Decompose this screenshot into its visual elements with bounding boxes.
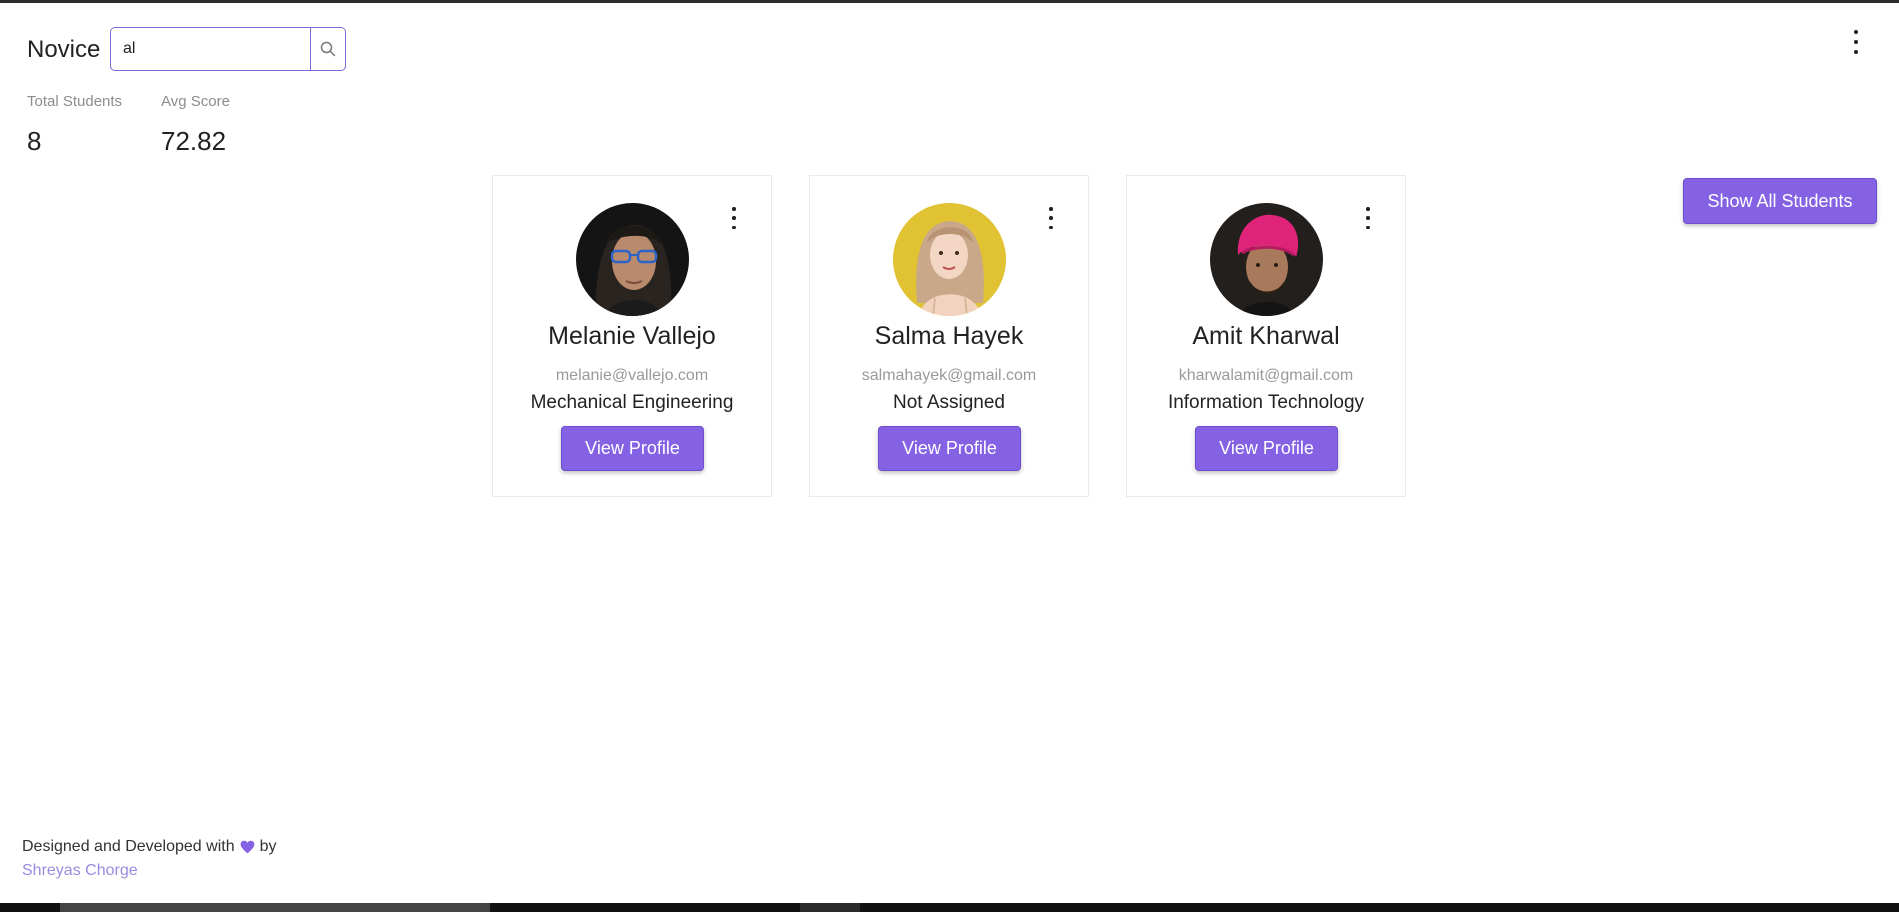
search-box (110, 27, 346, 71)
avg-score-value: 72.82 (161, 126, 227, 156)
total-students-value: 8 (27, 126, 42, 156)
student-email: melanie@vallejo.com (555, 367, 709, 384)
brand-title: Novice (27, 36, 101, 63)
avg-score-label: Avg Score (161, 93, 230, 110)
more-vertical-icon[interactable] (1846, 26, 1866, 58)
card-menu-icon[interactable] (1044, 204, 1058, 232)
student-department: Not Assigned (893, 392, 1005, 413)
avatar (576, 203, 689, 316)
search-icon (320, 41, 336, 57)
student-name: Melanie Vallejo (548, 322, 716, 350)
footer-text-after: by (259, 838, 277, 855)
view-profile-button[interactable]: View Profile (1195, 426, 1338, 471)
student-card: Amit Kharwal kharwalamit@gmail.com Infor… (1126, 175, 1406, 497)
student-department: Information Technology (1167, 392, 1365, 413)
view-profile-button[interactable]: View Profile (561, 426, 704, 471)
view-profile-button[interactable]: View Profile (878, 426, 1021, 471)
card-menu-icon[interactable] (727, 204, 741, 232)
card-menu-icon[interactable] (1361, 204, 1375, 232)
avatar (1210, 203, 1323, 316)
student-email: salmahayek@gmail.com (861, 367, 1037, 384)
student-card: Salma Hayek salmahayek@gmail.com Not Ass… (809, 175, 1089, 497)
student-email: kharwalamit@gmail.com (1178, 367, 1354, 384)
window-top-border (0, 0, 1899, 3)
student-name: Amit Kharwal (1192, 322, 1340, 350)
heart-icon (240, 840, 254, 854)
search-input[interactable] (111, 28, 310, 70)
footer-text-before: Designed and Developed with (22, 838, 235, 855)
footer-credit: Designed and Developed with by (22, 838, 277, 856)
author-link[interactable]: Shreyas Chorge (22, 862, 138, 880)
student-department: Mechanical Engineering (530, 392, 734, 413)
scrollbar-thumb[interactable] (60, 903, 490, 912)
student-name: Salma Hayek (874, 322, 1024, 350)
total-students-label: Total Students (27, 93, 123, 110)
avatar (893, 203, 1006, 316)
search-button[interactable] (310, 28, 345, 70)
show-all-students-button[interactable]: Show All Students (1683, 178, 1877, 224)
horizontal-scrollbar[interactable] (0, 903, 1899, 912)
student-card: Melanie Vallejo melanie@vallejo.com Mech… (492, 175, 772, 497)
